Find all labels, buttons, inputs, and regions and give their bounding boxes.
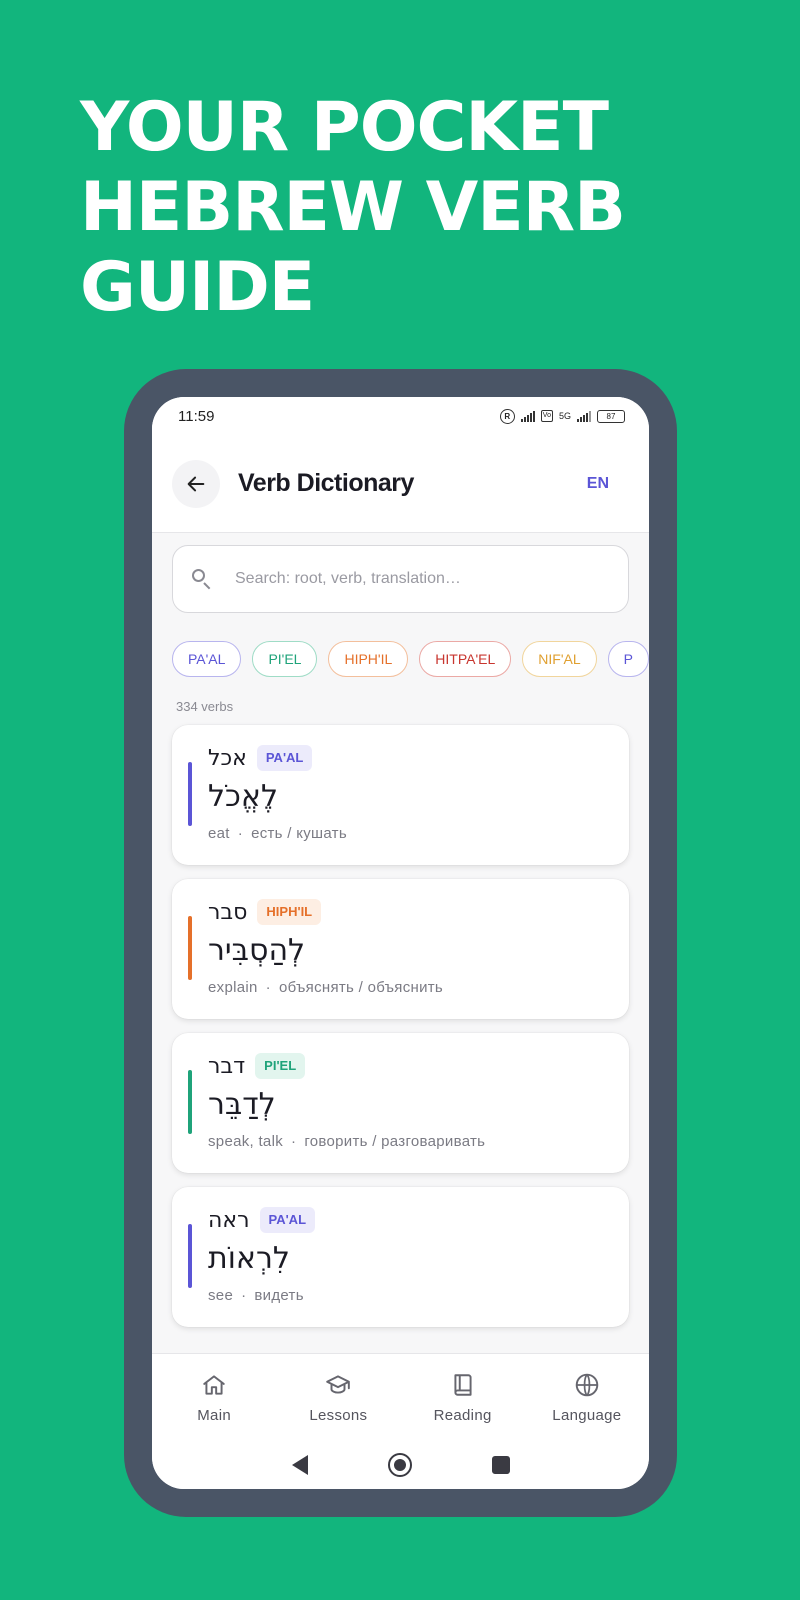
signal-2-icon [577,410,591,422]
verb-translation: speak, talk · говорить / разговаривать [208,1133,486,1150]
status-icons: R Vo 5G 87 [499,408,625,424]
verb-card[interactable]: אכל PA'AL לֶאֱכֹל eat · есть / кушать [172,725,629,865]
translation-english: speak, talk [208,1133,284,1150]
verb-infinitive: לֶאֱכֹל [208,779,279,814]
promo-headline: YOUR POCKET HEBREW VERB GUIDE [80,88,626,327]
verb-count: 334 verbs [176,699,234,714]
translation-russian: есть / кушать [251,825,347,842]
nav-label: Main [197,1407,231,1424]
status-bar: 11:59 R Vo 5G 87 [152,397,649,435]
back-button[interactable] [172,459,220,508]
nav-item-language[interactable]: Language [532,1371,642,1424]
verb-list: אכל PA'AL לֶאֱכֹל eat · есть / кушать סבר … [172,725,629,1327]
volte-icon: Vo [540,410,553,422]
network-type: 5G [558,411,571,421]
status-time: 11:59 [178,407,215,425]
book-icon [449,1371,477,1399]
verb-root: ראה [208,1207,250,1233]
system-home-icon[interactable] [387,1453,412,1477]
verb-translation: explain · объяснять / объяснить [208,979,444,996]
verb-card[interactable]: ראה PA'AL לִרְאוֹת see · видеть [172,1187,629,1327]
binyan-accent-bar [188,1070,192,1134]
chip-label: HIPH'IL [344,651,393,667]
verb-infinitive: לִרְאוֹת [208,1241,290,1276]
search-input[interactable] [235,570,610,588]
chip-label: HITPA'EL [435,651,496,667]
translation-english: eat [208,825,230,842]
verb-infinitive: לְהַסְבִּיר [208,933,306,968]
binyan-badge: PI'EL [255,1053,306,1079]
signal-icon [520,410,535,422]
search-box[interactable] [172,545,629,613]
nav-label: Reading [433,1407,492,1424]
verb-root: דבר [208,1053,246,1079]
battery-icon: 87 [597,409,625,423]
translation-english: explain [208,979,258,996]
filter-chip-paal[interactable]: PA'AL [172,641,242,677]
chip-label: PA'AL [188,651,226,667]
translation-english: see [208,1287,234,1304]
filter-chip-hiphil[interactable]: HIPH'IL [328,641,409,677]
verb-translation: eat · есть / кушать [208,825,347,842]
verb-infinitive: לְדַבֵּר [208,1087,276,1122]
verb-card[interactable]: דבר PI'EL לְדַבֵּר speak, talk · говорить … [172,1033,629,1173]
translation-russian: видеть [254,1287,304,1304]
battery-level: 87 [606,411,616,421]
nav-item-lessons[interactable]: Lessons [283,1371,393,1424]
chip-label: NIF'AL [538,651,581,667]
nav-label: Language [552,1407,622,1424]
binyan-badge: PA'AL [256,745,313,771]
language-toggle-button[interactable]: EN [587,475,609,493]
system-recents-icon[interactable] [491,1456,510,1474]
nav-item-main[interactable]: Main [159,1371,269,1424]
binyan-badge: PA'AL [259,1207,316,1233]
filter-chip-more[interactable]: P [607,641,649,677]
phone-frame: 11:59 R Vo 5G 87 Verb Dictionary EN PA'A… [124,369,677,1517]
binyan-badge: HIPH'IL [257,899,322,925]
translation-russian: объяснять / объяснить [278,979,444,996]
binyan-accent-bar [188,916,192,980]
registered-icon: R [499,408,515,424]
arrow-left-icon [187,476,205,491]
chip-label: PI'EL [268,651,302,667]
translation-russian: говорить / разговаривать [304,1133,486,1150]
system-navigation-bar [152,1441,649,1489]
app-bar: Verb Dictionary EN [152,435,649,533]
binyan-accent-bar [188,762,192,826]
binyan-filter-chips: PA'AL PI'EL HIPH'IL HITPA'EL NIF'AL P [172,641,649,677]
bottom-navigation: Main Lessons Reading Language [152,1353,649,1441]
nav-item-reading[interactable]: Reading [408,1371,518,1424]
phone-screen: 11:59 R Vo 5G 87 Verb Dictionary EN PA'A… [152,397,649,1489]
filter-chip-nifal[interactable]: NIF'AL [522,641,597,677]
search-icon [191,568,213,590]
chip-label: P [623,651,633,667]
binyan-accent-bar [188,1224,192,1288]
verb-translation: see · видеть [208,1287,304,1304]
nav-label: Lessons [309,1407,368,1424]
verb-root: סבר [208,899,248,925]
verb-card[interactable]: סבר HIPH'IL לְהַסְבִּיר explain · объяснят… [172,879,629,1019]
verb-root: אכל [208,745,247,771]
graduation-cap-icon [324,1371,352,1399]
filter-chip-piel[interactable]: PI'EL [252,641,318,677]
globe-icon [573,1371,601,1399]
system-back-icon[interactable] [291,1455,308,1475]
filter-chip-hitpael[interactable]: HITPA'EL [419,641,512,677]
home-icon [200,1371,228,1399]
page-title: Verb Dictionary [238,469,414,497]
